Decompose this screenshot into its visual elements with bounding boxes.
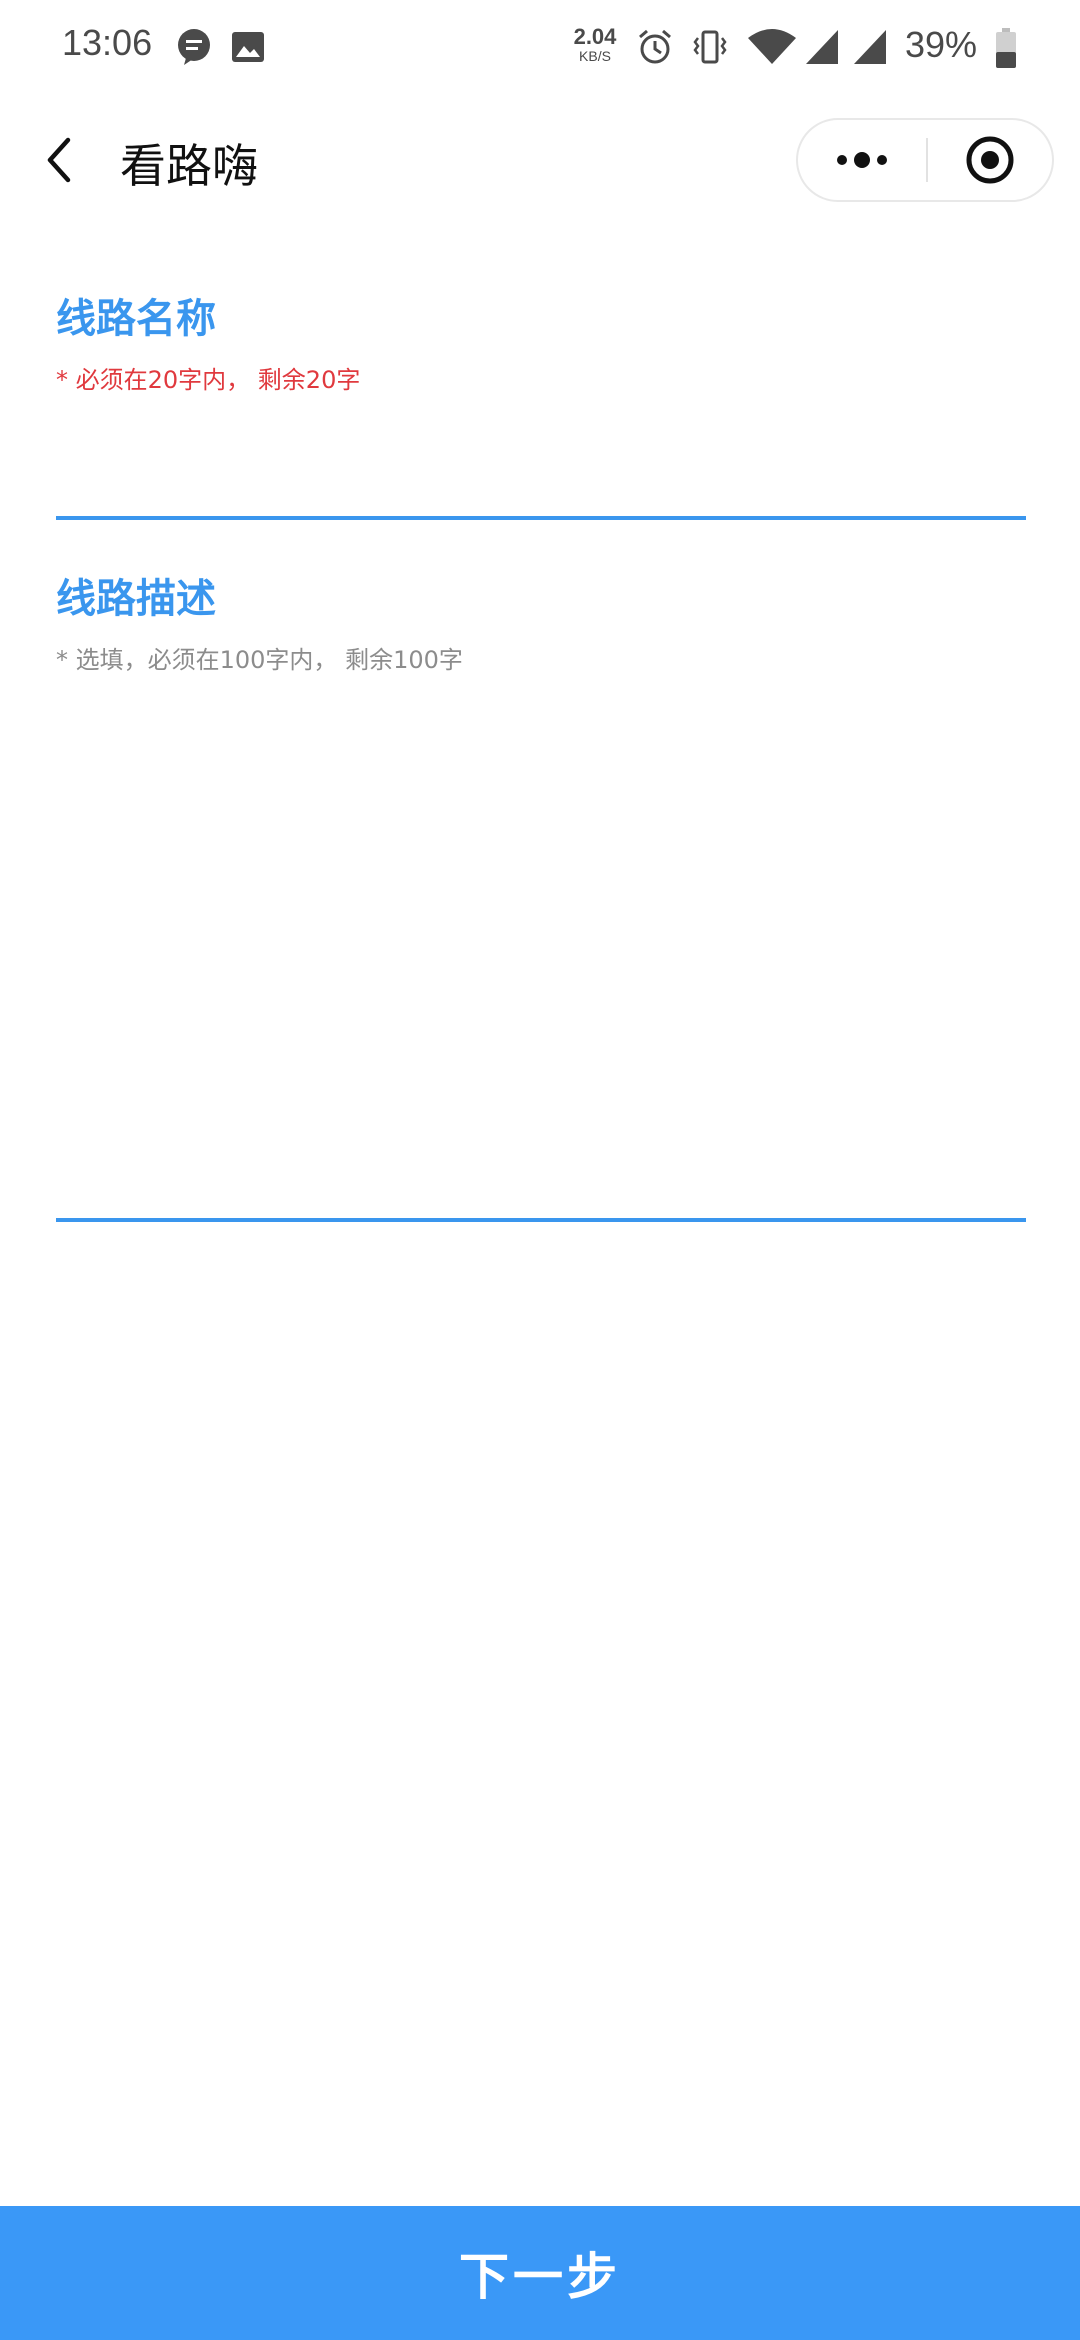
next-step-button[interactable]: 下一步 <box>0 2206 1080 2340</box>
route-description-textarea[interactable] <box>56 700 1026 1218</box>
net-speed: 2.04 KB/S <box>570 24 620 64</box>
net-speed-value: 2.04 <box>573 24 617 49</box>
vibrate-icon <box>693 30 727 64</box>
miniprogram-capsule <box>796 118 1054 202</box>
close-miniprogram-button[interactable] <box>928 120 1052 200</box>
battery-percent: 39% <box>905 24 978 65</box>
status-time: 13:06 <box>62 22 153 63</box>
route-description-field <box>56 700 1026 1222</box>
signal-icon <box>854 30 886 64</box>
route-description-label: 线路描述 <box>56 576 216 622</box>
route-name-input[interactable] <box>56 440 1026 516</box>
alarm-icon <box>639 29 671 64</box>
route-name-label: 线路名称 <box>56 296 216 342</box>
net-speed-unit: KB/S <box>579 48 611 64</box>
image-icon <box>232 32 264 62</box>
back-button[interactable] <box>30 122 90 198</box>
more-button[interactable] <box>798 120 926 200</box>
navigation-bar: 看路嗨 <box>0 100 1080 224</box>
status-bar: 13:06 2.04 KB/S 39% <box>0 0 1080 96</box>
route-description-hint: * 选填，必须在100字内， 剩余100字 <box>56 646 463 674</box>
page-title: 看路嗨 <box>120 139 258 193</box>
battery-icon <box>996 28 1016 68</box>
more-dots-icon <box>837 152 887 168</box>
wifi-icon <box>748 29 796 64</box>
chevron-left-icon <box>47 137 71 183</box>
message-icon <box>178 29 210 65</box>
route-name-hint: * 必须在20字内， 剩余20字 <box>56 366 361 394</box>
signal-icon <box>806 30 838 64</box>
route-name-field <box>56 440 1026 520</box>
target-circle-icon <box>966 136 1014 184</box>
